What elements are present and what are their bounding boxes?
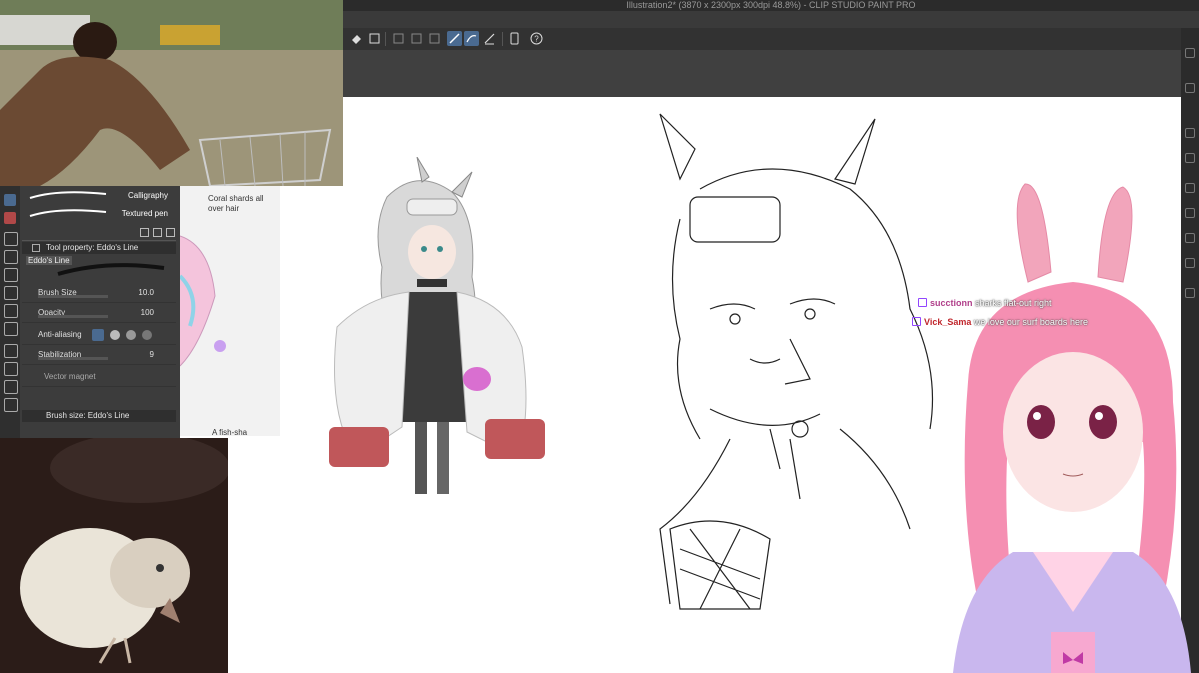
brush-tool-icon[interactable] bbox=[4, 250, 18, 264]
menu-bar bbox=[343, 11, 1199, 28]
sketch-drawing bbox=[659, 113, 934, 610]
brush-list-actions bbox=[22, 226, 176, 241]
owl-image bbox=[0, 438, 228, 673]
tool-strip bbox=[0, 186, 20, 438]
tool-property-panel: Calligraphy Textured pen Tool property: … bbox=[0, 186, 180, 438]
duplicate-brush-icon[interactable] bbox=[153, 228, 162, 237]
stabilization-slider[interactable] bbox=[38, 357, 108, 360]
crop-icon[interactable] bbox=[409, 31, 424, 46]
brush-item-calligraphy[interactable]: Calligraphy bbox=[22, 188, 172, 204]
drawing-canvas[interactable] bbox=[329, 97, 1191, 673]
gradient-tool-icon[interactable] bbox=[4, 362, 18, 376]
aa-none-option[interactable] bbox=[92, 329, 104, 341]
stabilization-row[interactable]: Stabilization 9 bbox=[22, 346, 176, 365]
text-tool-icon[interactable] bbox=[4, 380, 18, 394]
vtuber-avatar bbox=[953, 183, 1191, 673]
aa-weak-option[interactable] bbox=[110, 330, 120, 340]
eraser-tool-icon[interactable] bbox=[4, 212, 16, 224]
fill-tool-icon[interactable] bbox=[4, 232, 18, 246]
bucket-tool-icon[interactable] bbox=[4, 304, 18, 318]
reference-note-top: Coral shards all over hair bbox=[208, 194, 264, 213]
brush-label: Calligraphy bbox=[127, 191, 168, 200]
svg-text:?: ? bbox=[534, 35, 539, 44]
reference-character-image bbox=[329, 157, 545, 494]
owl-photo bbox=[0, 438, 228, 673]
brush-size-title: Brush size: Eddo's Line bbox=[46, 411, 130, 420]
brush-label: Textured pen bbox=[121, 209, 168, 218]
window-title: Illustration2* (3870 x 2300px 300dpi 48.… bbox=[343, 0, 1199, 11]
balloon-tool-icon[interactable] bbox=[4, 398, 18, 412]
ruler-icon[interactable] bbox=[447, 31, 462, 46]
command-bar: ? bbox=[343, 28, 1199, 50]
chat-username: succtionn bbox=[930, 298, 973, 308]
tool-property-header: Tool property: Eddo's Line bbox=[22, 242, 176, 254]
delete-brush-icon[interactable] bbox=[166, 228, 175, 237]
snap-icon[interactable] bbox=[464, 31, 479, 46]
new-brush-icon[interactable] bbox=[140, 228, 149, 237]
pen-tool-icon[interactable] bbox=[4, 194, 16, 206]
panel-icon[interactable] bbox=[1185, 83, 1195, 93]
wrench-icon bbox=[32, 244, 40, 252]
brush-preview: Eddo's Line bbox=[26, 256, 172, 280]
brush-size-value[interactable]: 10.0 bbox=[138, 288, 154, 297]
chat-text: sharks flat-out right bbox=[975, 298, 1052, 308]
shape-tool-icon[interactable] bbox=[4, 344, 18, 358]
frame-tool-icon[interactable] bbox=[4, 322, 18, 336]
opacity-slider[interactable] bbox=[38, 315, 108, 318]
vector-magnet-row[interactable]: Vector magnet bbox=[22, 368, 176, 387]
brush-item-textured-pen[interactable]: Textured pen bbox=[22, 206, 172, 222]
panel-icon[interactable] bbox=[1185, 153, 1195, 163]
reference-figure bbox=[180, 235, 226, 367]
opacity-value[interactable]: 100 bbox=[141, 308, 154, 317]
toolbar-divider bbox=[502, 32, 503, 46]
chat-text: we love our surf boards here bbox=[973, 317, 1088, 327]
panel-icon[interactable] bbox=[1185, 48, 1195, 58]
blend-tool-icon[interactable] bbox=[4, 286, 18, 300]
brush-size-header: Brush size: Eddo's Line bbox=[22, 410, 176, 422]
aa-medium-option[interactable] bbox=[126, 330, 136, 340]
tool-property-title: Tool property: Eddo's Line bbox=[46, 243, 139, 252]
stabilization-value[interactable]: 9 bbox=[150, 350, 154, 359]
opacity-row[interactable]: Opacity 100 bbox=[22, 304, 176, 323]
toolbar-divider bbox=[385, 32, 386, 46]
anti-aliasing-row[interactable]: Anti-aliasing bbox=[22, 326, 176, 345]
chat-message: Vick_Sama we love our surf boards here bbox=[912, 317, 1088, 327]
reference-note-bottom: A fish-sha bbox=[212, 428, 248, 436]
reference-sheet: Coral shards all over hair A fish-sha bbox=[180, 186, 280, 436]
aa-strong-option[interactable] bbox=[142, 330, 152, 340]
device-icon[interactable] bbox=[507, 31, 522, 46]
fill-icon[interactable] bbox=[349, 31, 364, 46]
chat-message: succtionn sharks flat-out right bbox=[918, 298, 1052, 308]
brush-size-row[interactable]: Brush Size 10.0 bbox=[22, 284, 176, 303]
transform-icon[interactable] bbox=[367, 31, 382, 46]
webcam-video bbox=[0, 0, 343, 186]
panel-icon[interactable] bbox=[1185, 128, 1195, 138]
anti-aliasing-label: Anti-aliasing bbox=[38, 330, 82, 339]
vector-magnet-label: Vector magnet bbox=[44, 372, 96, 381]
sparkle-tool-icon[interactable] bbox=[4, 268, 18, 282]
twitch-icon bbox=[912, 317, 921, 326]
help-icon[interactable]: ? bbox=[529, 31, 544, 46]
twitch-icon bbox=[918, 298, 927, 307]
canvas-icon[interactable] bbox=[427, 31, 442, 46]
chat-username: Vick_Sama bbox=[924, 317, 972, 327]
grid-icon[interactable] bbox=[391, 31, 406, 46]
pen-ruler-icon[interactable] bbox=[482, 31, 497, 46]
layer-properties-bar bbox=[343, 50, 1199, 97]
webcam-scene bbox=[0, 0, 343, 186]
brush-size-slider[interactable] bbox=[38, 295, 108, 298]
